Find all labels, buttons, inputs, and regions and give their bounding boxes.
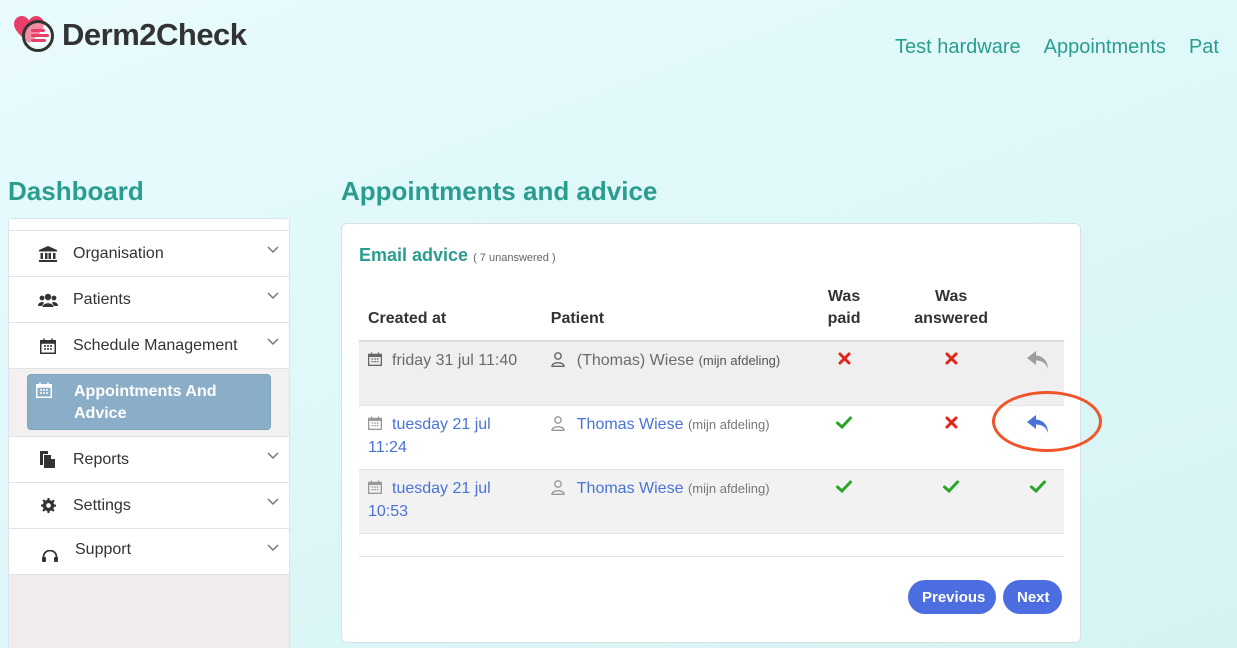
column-header-action [1012, 286, 1064, 342]
calendar-icon [368, 351, 382, 373]
nav-appointments[interactable]: Appointments [1044, 36, 1166, 59]
user-icon [551, 352, 565, 374]
reports-icon [37, 451, 59, 468]
calendar-icon [37, 338, 59, 354]
bank-icon [37, 245, 59, 262]
column-header-was-answered: Was answered [889, 286, 1013, 342]
sidebar-item-label: Patients [73, 290, 131, 308]
created-date[interactable]: tuesday 21 jul 10:53 [368, 480, 491, 520]
chevron-down-icon [267, 287, 279, 305]
sidebar-item-label: Support [75, 540, 132, 558]
headset-icon [39, 549, 61, 562]
patient-name[interactable]: Thomas Wiese [577, 416, 684, 433]
sidebar-item-label: Reports [73, 450, 130, 468]
brand-name: Derm2Check [62, 17, 247, 52]
nav-test-hardware[interactable]: Test hardware [895, 36, 1021, 59]
calendar-icon [368, 479, 382, 501]
table-row[interactable]: friday 31 jul 11:40 (Thomas) Wiese (mijn… [359, 341, 1064, 406]
column-header-was-paid: Was paid [798, 286, 890, 342]
answered-cross-icon [945, 352, 958, 369]
sidebar-item-organisation[interactable]: Organisation [9, 231, 289, 277]
sidebar: Organisation Patients Schedule Managemen… [8, 218, 290, 648]
chevron-down-icon [267, 539, 279, 557]
unanswered-count: ( 7 unanswered ) [473, 252, 556, 264]
users-icon [37, 293, 59, 307]
calendar-icon [36, 382, 56, 423]
sidebar-item-label: Appointments And Advice [74, 383, 217, 422]
sidebar-item-label: Settings [73, 496, 131, 514]
card-title: Email advice [359, 245, 469, 265]
card-header: Email advice ( 7 unanswered ) [359, 245, 556, 266]
column-header-patient: Patient [541, 286, 799, 342]
pagination: Previous Next [908, 580, 1062, 614]
reply-icon[interactable] [1026, 414, 1050, 438]
page-title: Appointments and advice [341, 176, 658, 206]
patient-department: (mijn afdeling) [687, 416, 770, 432]
answered-check-icon [943, 480, 960, 497]
patient-department: (mijn afdeling) [698, 353, 781, 368]
paid-check-icon [836, 416, 853, 433]
table-row[interactable]: tuesday 21 jul 11:24 Thomas Wiese (mijn … [359, 405, 1064, 470]
chevron-down-icon [267, 493, 279, 511]
brand-logo[interactable]: Derm2Check [14, 14, 247, 54]
table-row[interactable]: tuesday 21 jul 10:53 Thomas Wiese (mijn … [359, 469, 1064, 534]
next-button[interactable]: Next [1003, 580, 1062, 614]
sidebar-item-reports[interactable]: Reports [9, 437, 289, 483]
check-icon [1030, 480, 1047, 497]
created-date: friday 31 jul 11:40 [392, 352, 518, 369]
sidebar-item-schedule-management[interactable]: Schedule Management [9, 323, 289, 369]
reply-icon[interactable] [1026, 351, 1050, 374]
sidebar-item-patients[interactable]: Patients [9, 277, 289, 323]
user-icon [551, 479, 565, 502]
previous-button[interactable]: Previous [908, 580, 996, 614]
sidebar-item-label: Organisation [73, 244, 164, 262]
patient-name: (Thomas) Wiese [576, 352, 695, 369]
answered-cross-icon [945, 416, 958, 433]
email-advice-card: Email advice ( 7 unanswered ) Created at… [341, 223, 1081, 643]
gear-icon [37, 498, 59, 513]
patient-name[interactable]: Thomas Wiese [577, 480, 684, 497]
paid-check-icon [836, 480, 853, 497]
top-navigation: Test hardware Appointments Pat [895, 36, 1219, 59]
advice-table: Created at Patient Was paid Was answered… [359, 286, 1064, 534]
sidebar-item-settings[interactable]: Settings [9, 483, 289, 529]
chevron-down-icon [267, 241, 279, 259]
created-date[interactable]: tuesday 21 jul 11:24 [368, 416, 491, 456]
calendar-icon [368, 415, 382, 437]
logo-icon [14, 14, 60, 54]
nav-patients[interactable]: Pat [1189, 36, 1219, 59]
chevron-down-icon [267, 447, 279, 465]
column-header-created-at: Created at [359, 286, 542, 342]
sidebar-title: Dashboard [8, 176, 144, 206]
sidebar-item-appointments-and-advice[interactable]: Appointments And Advice [27, 374, 271, 430]
paid-cross-icon [838, 352, 851, 369]
user-icon [551, 415, 565, 438]
sidebar-item-label: Schedule Management [73, 336, 238, 354]
sidebar-item-support[interactable]: Support [9, 529, 289, 575]
chevron-down-icon [267, 333, 279, 351]
patient-department: (mijn afdeling) [687, 480, 770, 496]
